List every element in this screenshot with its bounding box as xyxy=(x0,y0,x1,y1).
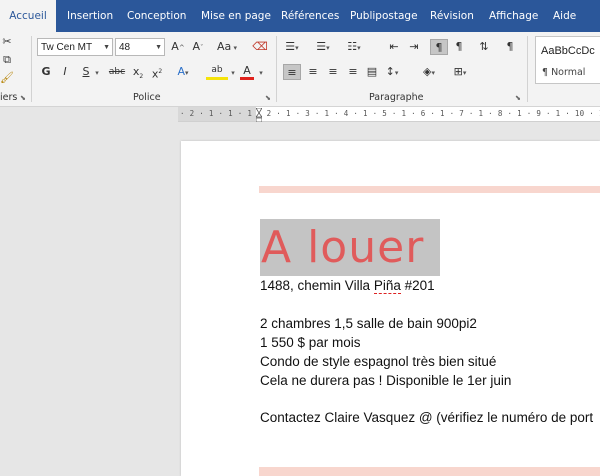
shrink-font-icon[interactable]: Aˇ xyxy=(190,39,206,55)
police-launcher-icon[interactable]: ⬊ xyxy=(265,94,273,102)
align-left-icon[interactable]: ≡ xyxy=(283,64,301,80)
show-marks-ltr-icon[interactable]: ¶ xyxy=(430,39,448,55)
address-misspelled-word[interactable]: Piña xyxy=(373,278,401,294)
address-line[interactable]: 1488, chemin Villa Piña #201 xyxy=(260,277,435,295)
highlight-icon[interactable]: ab xyxy=(206,64,228,80)
chevron-down-icon: ▼ xyxy=(103,44,110,51)
address-prefix: 1488, chemin Villa xyxy=(260,278,374,293)
multilevel-list-icon[interactable]: ☷▾ xyxy=(345,39,363,55)
ruler-marks: · 2 · 1 · 1 · 1 · 2 · 1 · 3 · 1 · 4 · 1 … xyxy=(180,109,600,118)
tab-insertion[interactable]: Insertion xyxy=(67,0,113,32)
align-right-icon[interactable]: ≡ xyxy=(325,64,341,80)
chevron-down-icon: ▼ xyxy=(155,44,162,51)
tab-mise-en-page[interactable]: Mise en page xyxy=(201,0,271,32)
subscript-button[interactable]: x2 xyxy=(131,64,145,80)
copy-icon[interactable]: ⧉ xyxy=(0,52,14,68)
strikethrough-button[interactable]: abc xyxy=(108,64,126,80)
body-line[interactable]: 2 chambres 1,5 salle de bain 900pi2 xyxy=(260,315,477,333)
contact-line[interactable]: Contactez Claire Vasquez @ (vérifiez le … xyxy=(260,409,593,427)
body-line[interactable]: Condo de style espagnol très bien situé xyxy=(260,353,496,371)
font-size-value: 48 xyxy=(119,42,131,53)
body-line[interactable]: Cela ne durera pas ! Disponible le 1er j… xyxy=(260,372,511,390)
document-title[interactable]: A louer xyxy=(261,222,424,274)
font-color-dropdown-icon[interactable]: ▾ xyxy=(257,64,265,80)
paragraphe-launcher-icon[interactable]: ⬊ xyxy=(515,94,523,102)
address-suffix: #201 xyxy=(400,278,435,293)
text-effects-icon[interactable]: A▾ xyxy=(175,64,191,80)
clipboard-launcher-icon[interactable]: ⬊ xyxy=(20,94,28,102)
group-label-paragraphe: Paragraphe xyxy=(369,92,424,103)
highlight-dropdown-icon[interactable]: ▾ xyxy=(229,64,237,80)
underline-dropdown-icon[interactable]: ▾ xyxy=(93,64,101,80)
tab-aide[interactable]: Aide xyxy=(553,0,576,32)
font-name-combo[interactable]: Tw Cen MT ▼ xyxy=(37,38,113,56)
ribbon-tab-bar: Accueil Insertion Conception Mise en pag… xyxy=(0,0,600,32)
group-label-clipboard: iers xyxy=(0,92,18,103)
group-separator xyxy=(276,36,277,102)
tab-references[interactable]: Références xyxy=(281,0,339,32)
font-color-icon[interactable]: A xyxy=(240,64,254,80)
bullets-icon[interactable]: ☰▾ xyxy=(283,39,301,55)
italic-button[interactable]: I xyxy=(59,64,71,80)
change-case-icon[interactable]: Aa ▾ xyxy=(214,39,240,55)
font-size-combo[interactable]: 48 ▼ xyxy=(115,38,165,56)
sort-icon[interactable]: ⇅ xyxy=(476,39,492,55)
decrease-indent-icon[interactable]: ⇤ xyxy=(386,39,402,55)
font-name-value: Tw Cen MT xyxy=(41,42,93,53)
tab-conception[interactable]: Conception xyxy=(127,0,186,32)
align-center-icon[interactable]: ≡ xyxy=(305,64,321,80)
pilcrow-icon[interactable]: ¶ xyxy=(503,39,517,55)
body-line[interactable]: 1 550 $ par mois xyxy=(260,334,361,352)
format-painter-icon[interactable]: 🖌 xyxy=(0,70,14,86)
clear-formatting-icon[interactable]: ⌫ xyxy=(252,39,268,55)
tab-publipostage[interactable]: Publipostage xyxy=(350,0,418,32)
superscript-button[interactable]: x2 xyxy=(150,64,164,81)
underline-button[interactable]: S xyxy=(80,64,92,80)
group-label-police: Police xyxy=(133,92,161,103)
rtl-paragraph-icon[interactable]: ¶ xyxy=(451,39,467,55)
decorative-top-bar xyxy=(259,186,600,193)
style-name-label: ¶ Normal xyxy=(542,67,586,78)
group-separator xyxy=(527,36,528,102)
style-normal-tile[interactable]: AaBbCcDc ¶ Normal xyxy=(535,36,600,84)
increase-indent-icon[interactable]: ⇥ xyxy=(406,39,422,55)
indent-marker-icon[interactable] xyxy=(255,107,263,123)
grow-font-icon[interactable]: A^ xyxy=(170,39,186,55)
decorative-bottom-bar xyxy=(259,467,600,476)
numbering-icon[interactable]: ☰▾ xyxy=(314,39,332,55)
justify-icon[interactable]: ≡ xyxy=(345,64,361,80)
tab-accueil[interactable]: Accueil xyxy=(0,0,56,32)
group-separator xyxy=(31,36,32,102)
line-spacing-icon[interactable]: ↕▾ xyxy=(382,64,402,80)
tab-affichage[interactable]: Affichage xyxy=(489,0,538,32)
borders-icon[interactable]: ⊞▾ xyxy=(449,64,471,80)
bold-button[interactable]: G xyxy=(40,64,52,80)
tab-revision[interactable]: Révision xyxy=(430,0,474,32)
cut-icon[interactable]: ✂ xyxy=(0,34,14,50)
style-sample-text: AaBbCcDc xyxy=(541,45,595,57)
shading-icon[interactable]: ◈▾ xyxy=(418,64,440,80)
distribute-icon[interactable]: ▤ xyxy=(365,64,379,80)
